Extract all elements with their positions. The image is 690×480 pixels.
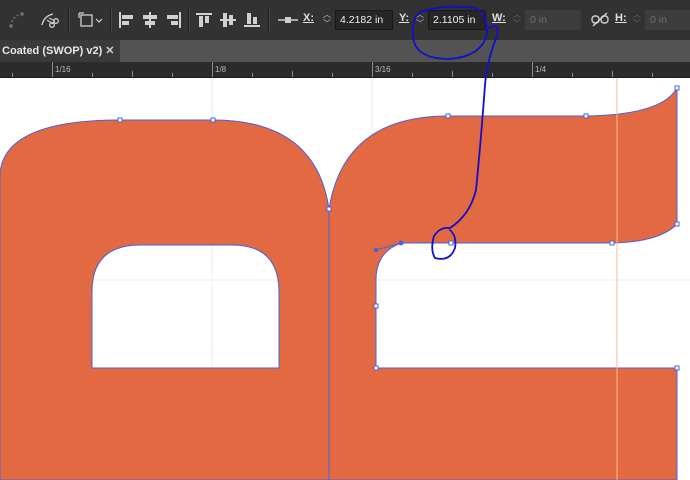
hand-drawn-annotation — [411, 5, 499, 260]
